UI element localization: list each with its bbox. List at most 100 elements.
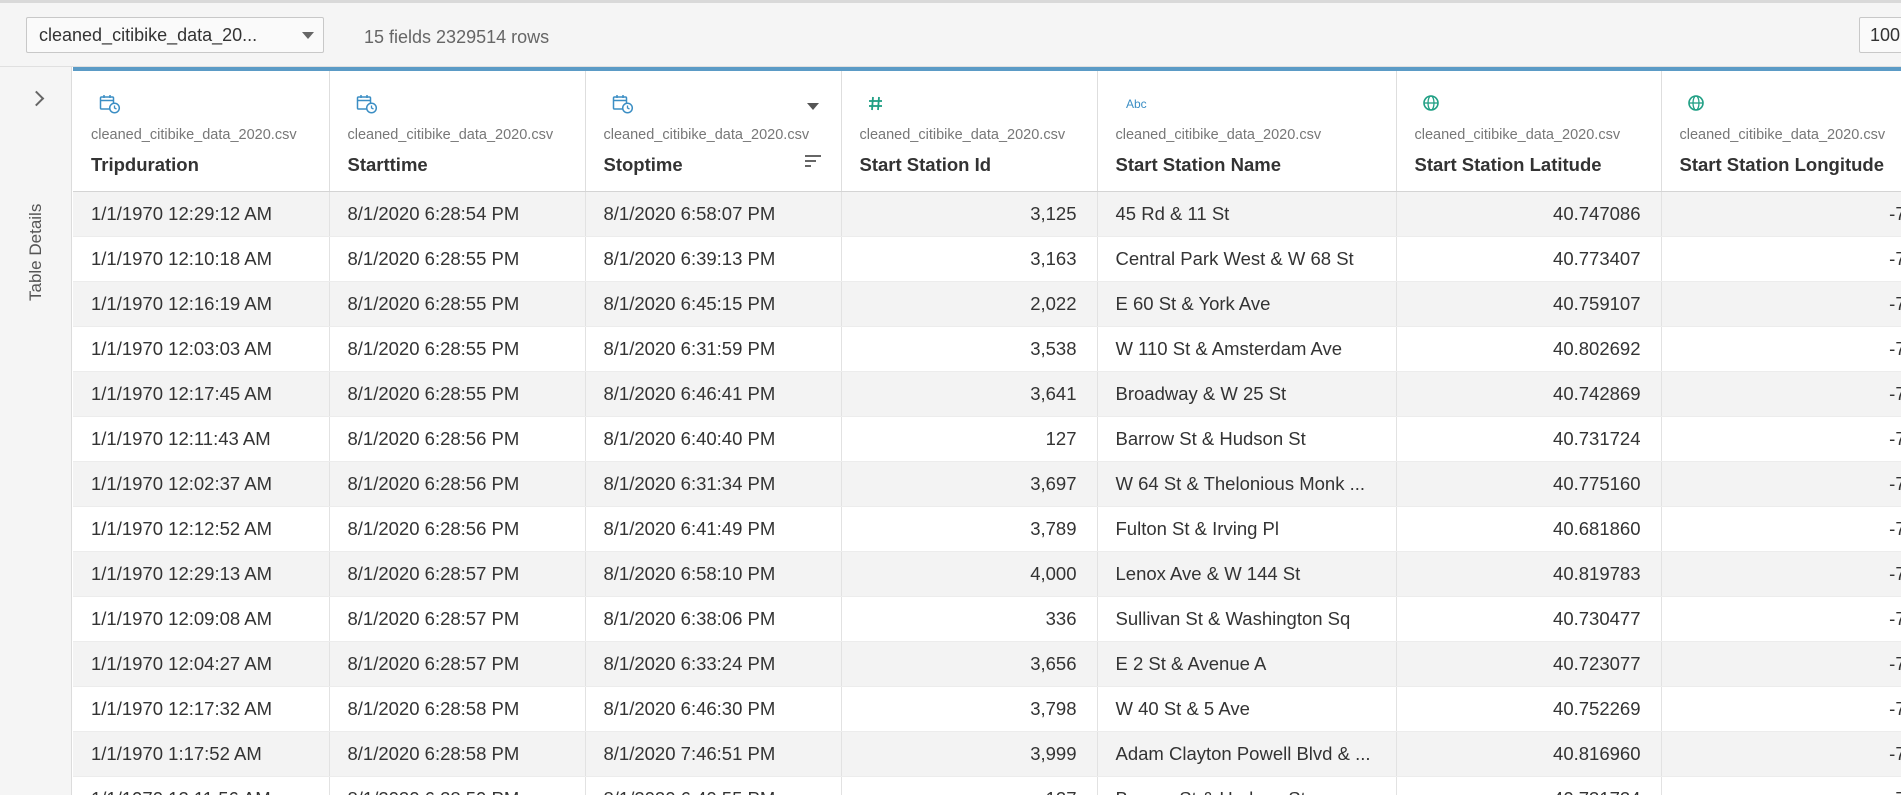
cell-start-station-longitude[interactable]: -73.96295 [1661, 326, 1901, 372]
column-header-tripduration[interactable]: cleaned_citibike_data_2020.csv Tripdurat… [73, 71, 330, 192]
column-header-starttime[interactable]: cleaned_citibike_data_2020.csv Starttime [329, 71, 586, 192]
cell-stoptime[interactable]: 8/1/2020 6:31:34 PM [585, 461, 842, 507]
cell-tripduration[interactable]: 1/1/1970 12:10:18 AM [73, 236, 330, 282]
cell-start-station-name[interactable]: Barrow St & Hudson St [1097, 776, 1397, 795]
cell-start-station-longitude[interactable]: -74.00674 [1661, 776, 1901, 795]
cell-tripduration[interactable]: 1/1/1970 1:17:52 AM [73, 731, 330, 777]
cell-start-station-id[interactable]: 127 [841, 416, 1098, 462]
cell-starttime[interactable]: 8/1/2020 6:28:58 PM [329, 686, 586, 732]
cell-start-station-id[interactable]: 3,798 [841, 686, 1098, 732]
rows-count-input[interactable]: 100 [1859, 17, 1901, 53]
cell-start-station-name[interactable]: 45 Rd & 11 St [1097, 191, 1397, 237]
table-details-toggle[interactable]: Table Details [26, 197, 50, 307]
cell-tripduration[interactable]: 1/1/1970 12:02:37 AM [73, 461, 330, 507]
cell-start-station-latitude[interactable]: 40.816960 [1396, 731, 1662, 777]
cell-start-station-id[interactable]: 4,000 [841, 551, 1098, 597]
cell-start-station-id[interactable]: 3,999 [841, 731, 1098, 777]
cell-stoptime[interactable]: 8/1/2020 6:33:24 PM [585, 641, 842, 687]
cell-start-station-longitude[interactable]: -73.98918 [1661, 461, 1901, 507]
cell-stoptime[interactable]: 8/1/2020 6:58:07 PM [585, 191, 842, 237]
column-header-start-station-name[interactable]: Abc cleaned_citibike_data_2020.csv Start… [1097, 71, 1397, 192]
cell-start-station-latitude[interactable]: 40.802692 [1396, 326, 1662, 372]
chevron-right-icon[interactable] [28, 90, 45, 107]
cell-start-station-name[interactable]: Broadway & W 25 St [1097, 371, 1397, 417]
column-menu-chevron-icon[interactable] [806, 103, 819, 110]
cell-start-station-name[interactable]: Adam Clayton Powell Blvd & ... [1097, 731, 1397, 777]
cell-starttime[interactable]: 8/1/2020 6:28:56 PM [329, 461, 586, 507]
cell-tripduration[interactable]: 1/1/1970 12:29:13 AM [73, 551, 330, 597]
cell-stoptime[interactable]: 8/1/2020 6:40:55 PM [585, 776, 842, 795]
cell-stoptime[interactable]: 8/1/2020 7:46:51 PM [585, 731, 842, 777]
cell-start-station-name[interactable]: Barrow St & Hudson St [1097, 416, 1397, 462]
cell-starttime[interactable]: 8/1/2020 6:28:57 PM [329, 596, 586, 642]
cell-start-station-name[interactable]: W 64 St & Thelonious Monk ... [1097, 461, 1397, 507]
cell-start-station-id[interactable]: 336 [841, 596, 1098, 642]
cell-start-station-longitude[interactable]: -73.98918 [1661, 371, 1901, 417]
cell-tripduration[interactable]: 1/1/1970 12:04:27 AM [73, 641, 330, 687]
cell-starttime[interactable]: 8/1/2020 6:28:55 PM [329, 281, 586, 327]
column-header-start-station-longitude[interactable]: cleaned_citibike_data_2020.csv Start Sta… [1661, 71, 1901, 192]
cell-start-station-longitude[interactable]: -73.94977 [1661, 191, 1901, 237]
cell-start-station-name[interactable]: E 2 St & Avenue A [1097, 641, 1397, 687]
cell-starttime[interactable]: 8/1/2020 6:28:56 PM [329, 416, 586, 462]
cell-tripduration[interactable]: 1/1/1970 12:29:12 AM [73, 191, 330, 237]
cell-starttime[interactable]: 8/1/2020 6:28:57 PM [329, 641, 586, 687]
cell-tripduration[interactable]: 1/1/1970 12:03:03 AM [73, 326, 330, 372]
cell-start-station-longitude[interactable]: -73.94229 [1661, 731, 1901, 777]
cell-start-station-latitude[interactable]: 40.681860 [1396, 506, 1662, 552]
cell-start-station-id[interactable]: 3,789 [841, 506, 1098, 552]
cell-start-station-longitude[interactable]: -73.95922 [1661, 281, 1901, 327]
cell-start-station-latitude[interactable]: 40.759107 [1396, 281, 1662, 327]
cell-start-station-longitude[interactable]: -73.98207 [1661, 686, 1901, 732]
sort-icon[interactable] [804, 155, 821, 169]
cell-start-station-name[interactable]: Fulton St & Irving Pl [1097, 506, 1397, 552]
cell-start-station-latitude[interactable]: 40.773407 [1396, 236, 1662, 282]
cell-start-station-id[interactable]: 3,656 [841, 641, 1098, 687]
cell-tripduration[interactable]: 1/1/1970 12:12:52 AM [73, 506, 330, 552]
cell-starttime[interactable]: 8/1/2020 6:28:55 PM [329, 326, 586, 372]
cell-start-station-latitude[interactable]: 40.752269 [1396, 686, 1662, 732]
cell-start-station-longitude[interactable]: -73.97782 [1661, 236, 1901, 282]
cell-start-station-longitude[interactable]: -73.99906 [1661, 596, 1901, 642]
cell-start-station-id[interactable]: 3,538 [841, 326, 1098, 372]
cell-start-station-name[interactable]: E 60 St & York Ave [1097, 281, 1397, 327]
cell-tripduration[interactable]: 1/1/1970 12:11:43 AM [73, 416, 330, 462]
cell-start-station-longitude[interactable]: -73.95943 [1661, 506, 1901, 552]
cell-stoptime[interactable]: 8/1/2020 6:41:49 PM [585, 506, 842, 552]
cell-tripduration[interactable]: 1/1/1970 12:17:45 AM [73, 371, 330, 417]
cell-starttime[interactable]: 8/1/2020 6:28:55 PM [329, 371, 586, 417]
cell-starttime[interactable]: 8/1/2020 6:28:59 PM [329, 776, 586, 795]
cell-starttime[interactable]: 8/1/2020 6:28:54 PM [329, 191, 586, 237]
cell-start-station-latitude[interactable]: 40.819783 [1396, 551, 1662, 597]
cell-start-station-id[interactable]: 2,022 [841, 281, 1098, 327]
cell-starttime[interactable]: 8/1/2020 6:28:57 PM [329, 551, 586, 597]
cell-start-station-id[interactable]: 127 [841, 776, 1098, 795]
cell-stoptime[interactable]: 8/1/2020 6:46:41 PM [585, 371, 842, 417]
column-header-start-station-id[interactable]: cleaned_citibike_data_2020.csv Start Sta… [841, 71, 1098, 192]
cell-start-station-id[interactable]: 3,125 [841, 191, 1098, 237]
cell-start-station-longitude[interactable]: -74.00674 [1661, 416, 1901, 462]
cell-start-station-name[interactable]: Central Park West & W 68 St [1097, 236, 1397, 282]
cell-start-station-latitude[interactable]: 40.747086 [1396, 191, 1662, 237]
cell-stoptime[interactable]: 8/1/2020 6:38:06 PM [585, 596, 842, 642]
cell-tripduration[interactable]: 1/1/1970 12:09:08 AM [73, 596, 330, 642]
cell-stoptime[interactable]: 8/1/2020 6:46:30 PM [585, 686, 842, 732]
cell-stoptime[interactable]: 8/1/2020 6:58:10 PM [585, 551, 842, 597]
cell-starttime[interactable]: 8/1/2020 6:28:58 PM [329, 731, 586, 777]
cell-tripduration[interactable]: 1/1/1970 12:11:56 AM [73, 776, 330, 795]
cell-start-station-longitude[interactable]: -73.98583 [1661, 641, 1901, 687]
cell-start-station-name[interactable]: Sullivan St & Washington Sq [1097, 596, 1397, 642]
datasource-select[interactable]: cleaned_citibike_data_20... [26, 17, 324, 53]
cell-tripduration[interactable]: 1/1/1970 12:17:32 AM [73, 686, 330, 732]
cell-stoptime[interactable]: 8/1/2020 6:31:59 PM [585, 326, 842, 372]
column-header-stoptime[interactable]: cleaned_citibike_data_2020.csv Stoptime [585, 71, 842, 192]
cell-start-station-latitude[interactable]: 40.731724 [1396, 776, 1662, 795]
cell-starttime[interactable]: 8/1/2020 6:28:55 PM [329, 236, 586, 282]
cell-start-station-id[interactable]: 3,641 [841, 371, 1098, 417]
cell-start-station-id[interactable]: 3,697 [841, 461, 1098, 507]
cell-start-station-latitude[interactable]: 40.723077 [1396, 641, 1662, 687]
cell-start-station-name[interactable]: W 110 St & Amsterdam Ave [1097, 326, 1397, 372]
cell-start-station-latitude[interactable]: 40.731724 [1396, 416, 1662, 462]
cell-tripduration[interactable]: 1/1/1970 12:16:19 AM [73, 281, 330, 327]
cell-start-station-latitude[interactable]: 40.742869 [1396, 371, 1662, 417]
